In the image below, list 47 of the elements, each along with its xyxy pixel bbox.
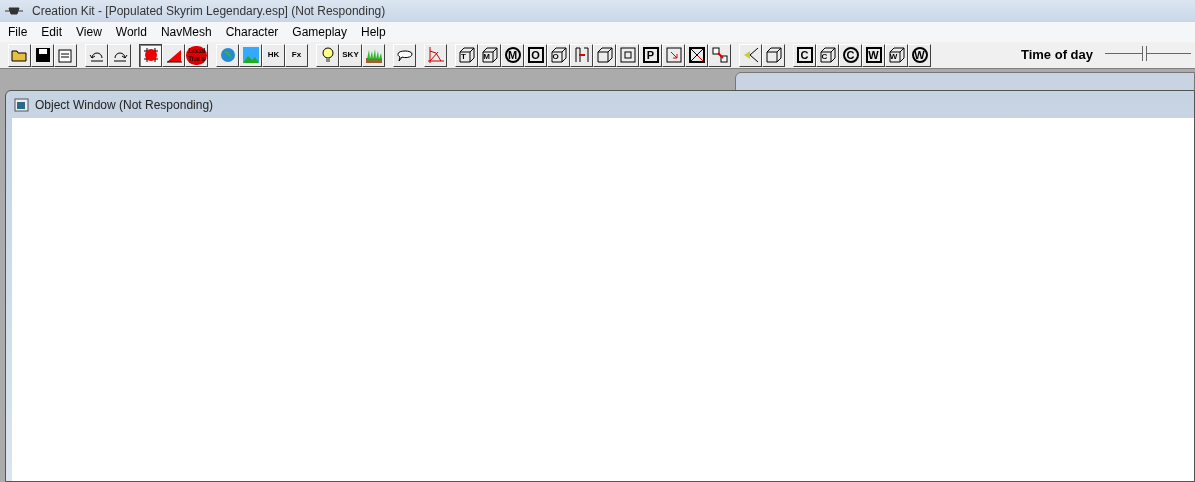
menu-item[interactable]: Gameplay [285,23,355,41]
cube-icon [764,46,783,64]
toolbar-button[interactable]: C [816,43,839,67]
toolbar-button[interactable]: Fx [285,43,308,67]
menu-item[interactable]: World [108,23,154,41]
cube-icon [457,46,476,64]
window-icon [14,97,30,112]
cube-icon [480,46,499,64]
window-title: Creation Kit - [Populated Skyrim Legendary.esp] (Not Responding) [32,3,386,20]
grid-dot-icon [141,46,160,64]
menu-item[interactable]: NavMesh [153,23,219,41]
cube-icon [818,46,837,64]
object-window-title: Object Window (Not Responding) [35,96,214,114]
toolbar-button[interactable]: O [524,43,547,67]
toolbar-button[interactable]: C [793,43,816,67]
linked-nodes-icon [710,46,729,64]
toolbar-button[interactable] [139,43,162,67]
cube-icon [549,46,568,64]
toolbar-button[interactable]: Local Trans [185,43,208,67]
graph-icon [426,46,445,64]
square-icon [618,46,637,64]
globe-icon [218,46,237,64]
app-icon [4,6,24,16]
toolbar-button[interactable]: M [501,43,524,67]
menu-item[interactable]: File [1,23,35,41]
crossed-box-icon [687,46,706,64]
toolbar-button[interactable]: W [908,43,931,67]
toolbar-button[interactable]: HK [262,43,285,67]
floppy-icon [33,46,52,64]
time-of-day-label: Time of day [1021,46,1093,65]
toolbar-button[interactable]: M [478,43,501,67]
toolbar-button[interactable]: SKY [339,43,362,67]
menu-item[interactable]: Edit [34,23,70,41]
menu-item[interactable]: View [69,23,109,41]
landscape-icon [241,46,260,64]
cube-icon [595,46,614,64]
toolbar-button[interactable]: T [455,43,478,67]
toolbar-button[interactable]: O [547,43,570,67]
document-icon [56,46,75,64]
toolbar-button[interactable]: P [639,43,662,67]
arrow-box-icon [664,46,683,64]
cube-icon [887,46,906,64]
toolbar-button[interactable]: W [885,43,908,67]
menu-item[interactable]: Character [218,23,286,41]
toolbar-button[interactable]: C [839,43,862,67]
toolbar-button[interactable]: W [862,43,885,67]
menu-item[interactable]: Help [354,23,393,41]
